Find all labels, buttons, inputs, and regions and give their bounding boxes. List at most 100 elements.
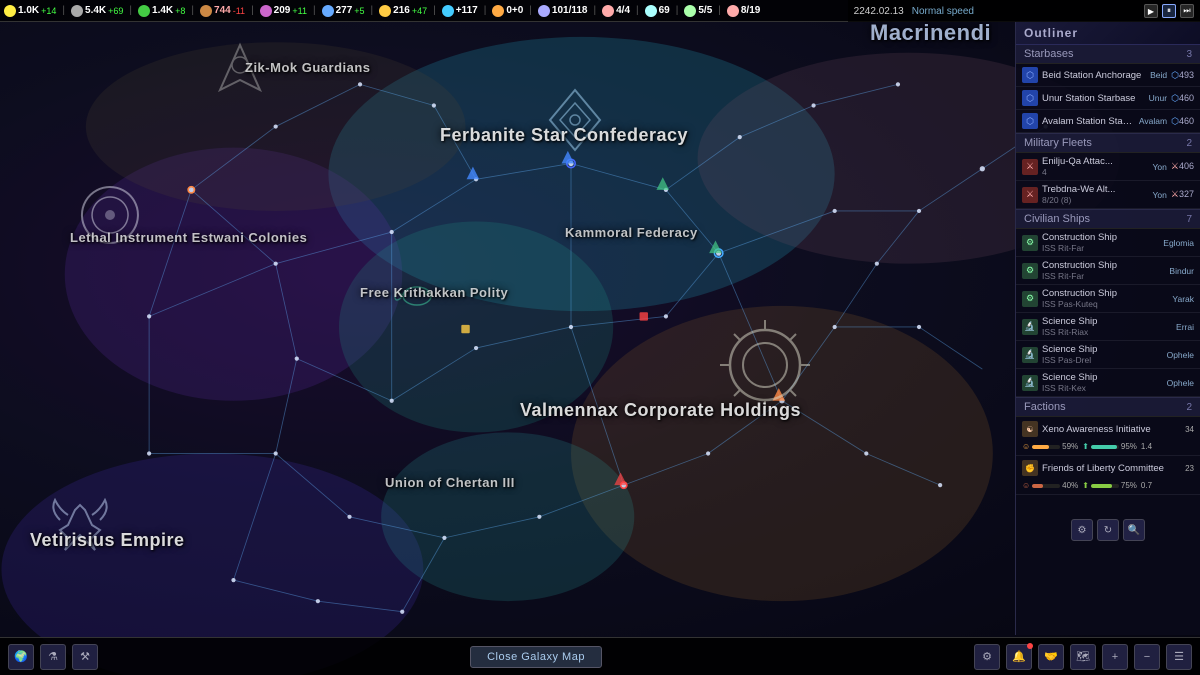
outliner-refresh-btn[interactable]: ↻ [1097,519,1119,541]
ship-loc-science-1: Errai [1176,322,1194,332]
starbase-name-beid: Beid Station Anchorage [1042,70,1146,81]
starbase-loc-avalam: Avalam [1139,116,1167,126]
food-value: 1.4K [152,5,173,16]
ship-item-construction-2[interactable]: ⚙ Construction Ship ISS Rit-Far Bindur [1016,257,1200,285]
minerals-delta: +69 [108,6,123,16]
outliner-title: Outliner [1016,22,1200,45]
pause-button[interactable]: ⏸ [1162,4,1176,18]
outliner-bottom-buttons: ⚙ ↻ 🔍 [1016,495,1200,545]
civilian-section-header[interactable]: Civilian Ships 7 [1016,210,1200,229]
xeno-support-fill [1091,445,1118,449]
faction-icon-liberty: ✊ [1022,460,1038,476]
starbase-item-unur[interactable]: ⬡ Unur Station Starbase Unur ⬡460 [1016,87,1200,110]
ship-sub-science-3: ISS Rit-Kex [1042,383,1163,393]
fleet-item-enilju[interactable]: ⚔ Enilju-Qa Attac... 4 Yon ⚔406 [1016,153,1200,181]
faction-icon-xeno: ☯ [1022,421,1038,437]
ship-item-construction-3[interactable]: ⚙ Construction Ship ISS Pas-Kuteq Yarak [1016,285,1200,313]
ship-sub-construction-3: ISS Pas-Kuteq [1042,299,1168,309]
fleet-item-trebdna[interactable]: ⚔ Trebdna-We Alt... 8/20 (8) Yon ⚔327 [1016,181,1200,209]
factions-section-header[interactable]: Factions 2 [1016,398,1200,417]
planets-button[interactable]: 🌍 [8,644,34,670]
science-value: +117 [456,5,478,16]
zoom-out-button[interactable]: − [1134,644,1160,670]
ship-name-science-2: Science Ship [1042,344,1163,355]
influence-value: 277 [336,5,353,16]
xeno-support-val: 95% [1121,442,1137,451]
fleet-val-trebdna: ⚔327 [1171,189,1194,200]
map-mode-button[interactable]: 🗺 [1070,644,1096,670]
ship-loc-science-3: Ophele [1167,378,1194,388]
notifications-button[interactable]: 🔔 [1006,644,1032,670]
minerals-icon [71,5,83,17]
food-icon [138,5,150,17]
influence-resource: 277 +5 [322,5,365,17]
consumer-delta: +11 [292,6,307,16]
alloys-delta: -11 [233,6,245,16]
alloys-icon [200,5,212,17]
build-button[interactable]: ⚒ [72,644,98,670]
fleet-icon-trebdna: ⚔ [1022,187,1038,203]
xeno-influence: 1.4 [1141,442,1152,451]
faction-name-xeno: Xeno Awareness Initiative [1042,424,1181,435]
settings-button[interactable]: ⚙ [974,644,1000,670]
starbase-loc-beid: Beid [1150,70,1167,80]
unity-icon [379,5,391,17]
faction-item-liberty[interactable]: ✊ Friends of Liberty Committee 23 ☺ 40% … [1016,456,1200,495]
pop-resource: 101/118 [538,5,588,17]
starbase-item-avalam[interactable]: ⬡ Avalam Station Starbase Avalam ⬡460 [1016,110,1200,133]
fleet-icon-enilju: ⚔ [1022,159,1038,175]
research-button[interactable]: ⚗ [40,644,66,670]
pop-value: 101/118 [552,5,588,16]
bottom-left-icons: 🌍 ⚗ ⚒ [8,644,98,670]
fleet-val-enilju: ⚔406 [1171,161,1194,172]
zik-mok-logo [210,40,270,100]
consumer-value: 209 [274,5,291,16]
bottom-bar: 🌍 ⚗ ⚒ Close Galaxy Map ⚙ 🔔 🤝 🗺 + − ☰ [0,637,1200,675]
fleet-loc-trebdna: Yon [1153,190,1167,200]
ship-loc-construction-2: Bindur [1169,266,1194,276]
ship-name-construction-3: Construction Ship [1042,288,1168,299]
trade-value: 0+0 [506,5,523,16]
starbase-icon-unur: ⬡ [1022,90,1038,106]
ship-item-science-3[interactable]: 🔬 Science Ship ISS Rit-Kex Ophele [1016,369,1200,397]
civilian-count: 7 [1186,214,1192,225]
fleet-name-enilju: Enilju-Qa Attac... [1042,156,1149,167]
ship-icon-science-2: 🔬 [1022,347,1038,363]
play-button[interactable]: ▶ [1144,4,1158,18]
ship-name-construction-1: Construction Ship [1042,232,1159,243]
starbases-section-header[interactable]: Starbases 3 [1016,45,1200,64]
fleet-sub-enilju: 4 [1042,167,1149,177]
naval-resource: 69 [645,5,670,17]
speed-label: Normal speed [912,6,974,17]
ship-item-science-2[interactable]: 🔬 Science Ship ISS Pas-Drel Ophele [1016,341,1200,369]
faction-item-xeno[interactable]: ☯ Xeno Awareness Initiative 34 ☺ 59% ⬆ 9… [1016,417,1200,456]
outliner-zoom-btn[interactable]: 🔍 [1123,519,1145,541]
starbase-item-beid[interactable]: ⬡ Beid Station Anchorage Beid ⬡493 [1016,64,1200,87]
stability-icon [684,5,696,17]
alloys-resource: 744 -11 [200,5,245,17]
admin-value: 4/4 [616,5,630,16]
faction-name-liberty: Friends of Liberty Committee [1042,463,1181,474]
ship-icon-science-3: 🔬 [1022,375,1038,391]
fast-forward-button[interactable]: ⏭ [1180,4,1194,18]
outliner-settings-btn[interactable]: ⚙ [1071,519,1093,541]
sprawl-value: 8/19 [741,5,760,16]
ship-item-science-1[interactable]: 🔬 Science Ship ISS Rit-Riax Errai [1016,313,1200,341]
trade-icon [492,5,504,17]
zoom-in-button[interactable]: + [1102,644,1128,670]
starbase-icon-avalam: ⬡ [1022,113,1038,129]
civilian-label: Civilian Ships [1024,213,1090,225]
military-section-header[interactable]: Military Fleets 2 [1016,134,1200,153]
starbase-loc-unur: Unur [1149,93,1167,103]
ship-item-construction-1[interactable]: ⚙ Construction Ship ISS Rit-Far Eglomia [1016,229,1200,257]
menu-button[interactable]: ☰ [1166,644,1192,670]
admin-resource: 4/4 [602,5,630,17]
stability-value: 5/5 [698,5,712,16]
ship-sub-science-2: ISS Pas-Drel [1042,355,1163,365]
energy-resource: 1.0K +14 [4,5,56,17]
admin-icon [602,5,614,17]
diplomacy-button[interactable]: 🤝 [1038,644,1064,670]
close-map-button[interactable]: Close Galaxy Map [470,646,602,668]
ship-icon-science-1: 🔬 [1022,319,1038,335]
ferbanite-logo [540,85,610,155]
